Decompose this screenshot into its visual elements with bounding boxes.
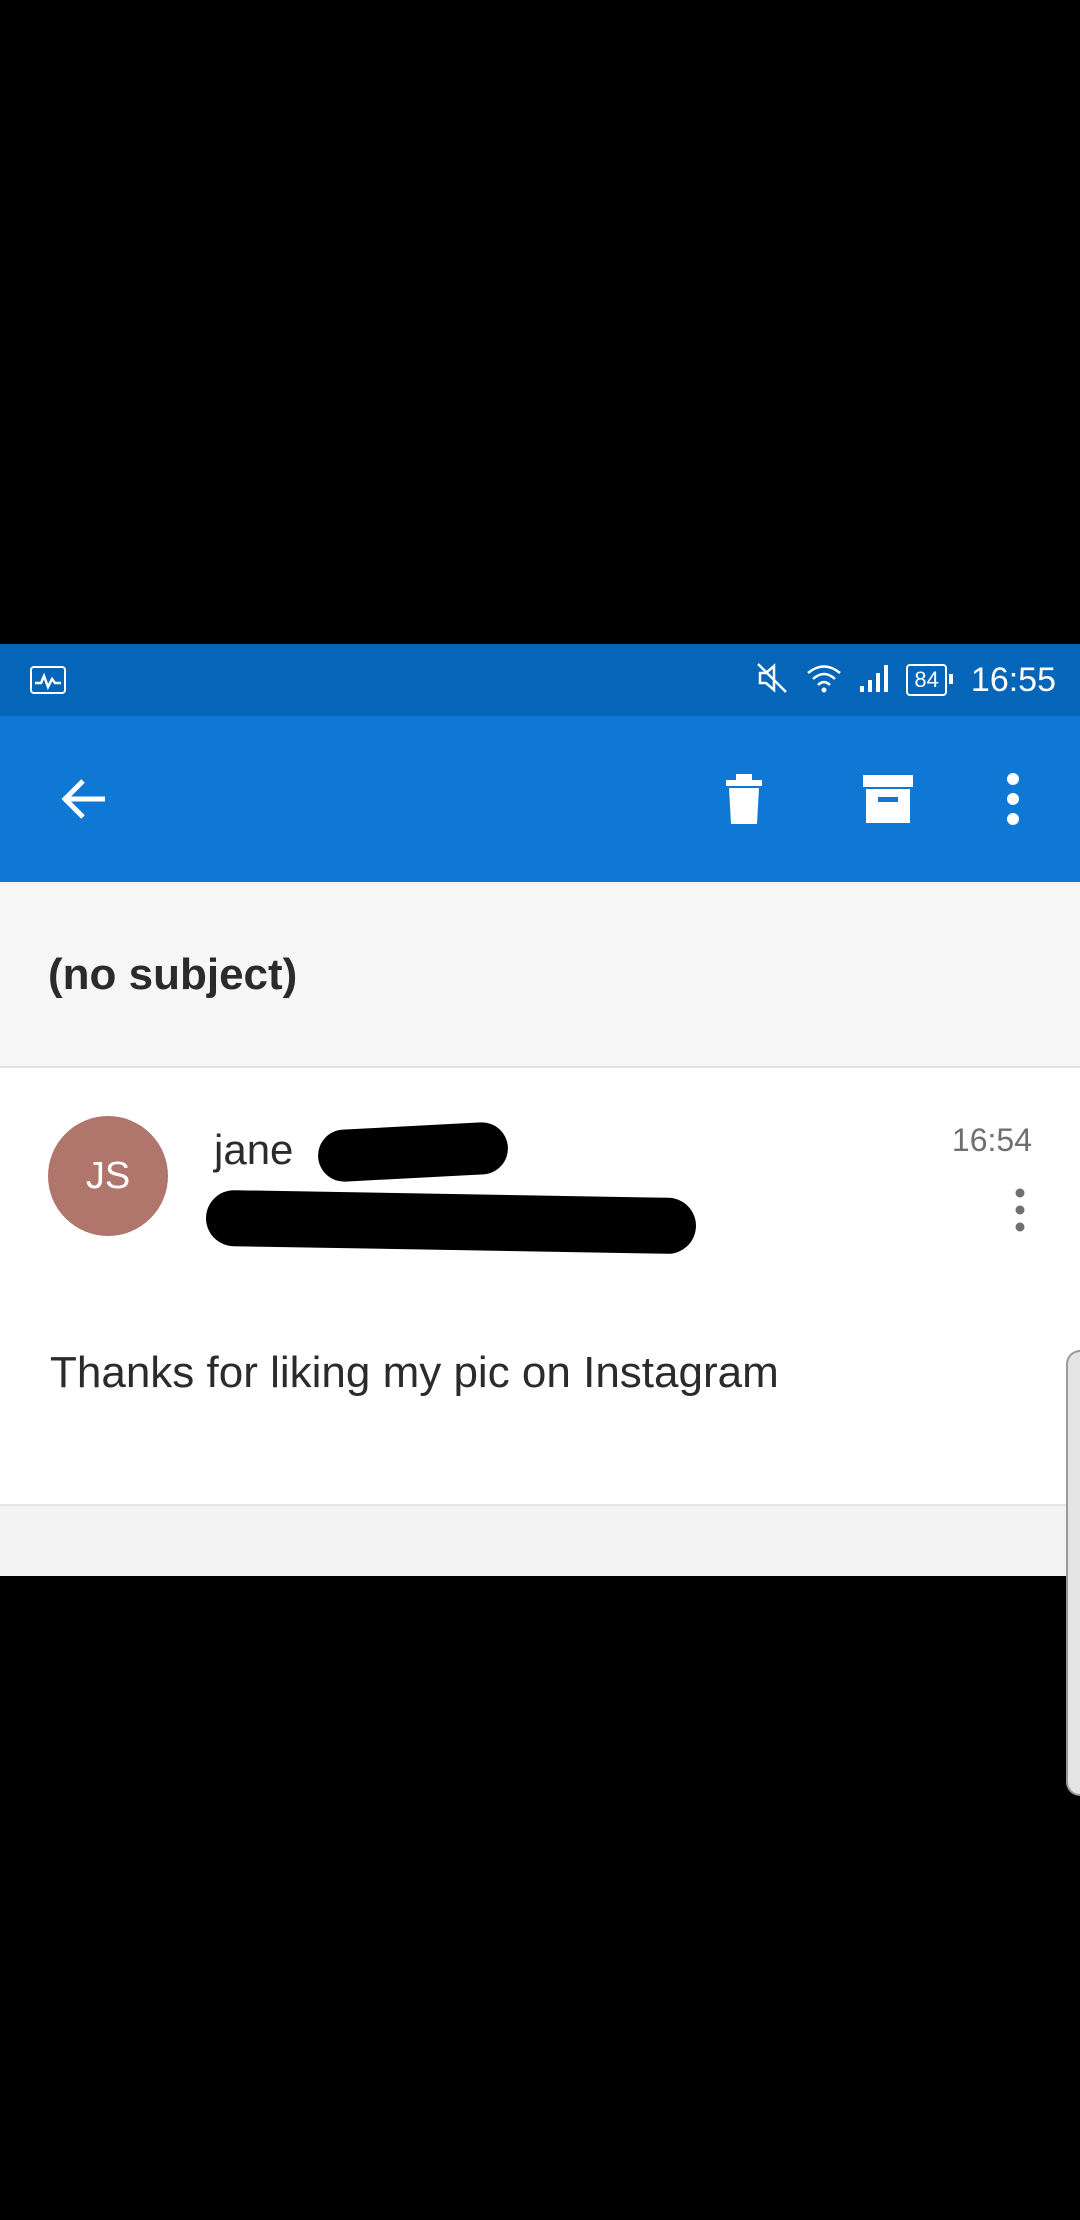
wifi-icon <box>804 660 844 701</box>
battery-icon: 84 <box>906 664 954 696</box>
battery-level: 84 <box>914 667 939 692</box>
mute-icon <box>754 660 790 701</box>
archive-button[interactable] <box>848 759 928 839</box>
toolbar <box>0 716 1080 882</box>
email-subject: (no subject) <box>48 950 298 999</box>
back-button[interactable] <box>44 759 124 839</box>
edge-panel-handle[interactable] <box>1066 1350 1080 1796</box>
trash-icon <box>726 774 762 824</box>
archive-icon <box>863 775 913 823</box>
activity-icon <box>30 666 66 694</box>
sender-name[interactable]: jane <box>214 1126 293 1174</box>
message-body: Thanks for liking my pic on Instagram <box>50 1348 779 1397</box>
message-more-button[interactable] <box>1000 1180 1040 1240</box>
back-arrow-icon <box>61 779 105 819</box>
redaction-mark <box>316 1121 510 1183</box>
message-time: 16:54 <box>951 1122 1032 1158</box>
message-footer <box>0 1504 1080 1576</box>
more-vert-icon <box>1007 773 1019 825</box>
avatar-initials: JS <box>85 1154 131 1197</box>
avatar[interactable]: JS <box>48 1116 168 1236</box>
delete-button[interactable] <box>704 759 784 839</box>
message-card[interactable]: JS jane 16:54 Thanks for liking my pic o… <box>0 1068 1080 1504</box>
redaction-mark <box>205 1189 697 1255</box>
signal-icon <box>858 662 892 699</box>
more-options-button[interactable] <box>973 759 1053 839</box>
subject-header: (no subject) <box>0 882 1080 1068</box>
status-bar: 84 16:55 <box>0 644 1080 716</box>
more-vert-icon <box>1015 1188 1025 1232</box>
status-time: 16:55 <box>970 660 1056 699</box>
